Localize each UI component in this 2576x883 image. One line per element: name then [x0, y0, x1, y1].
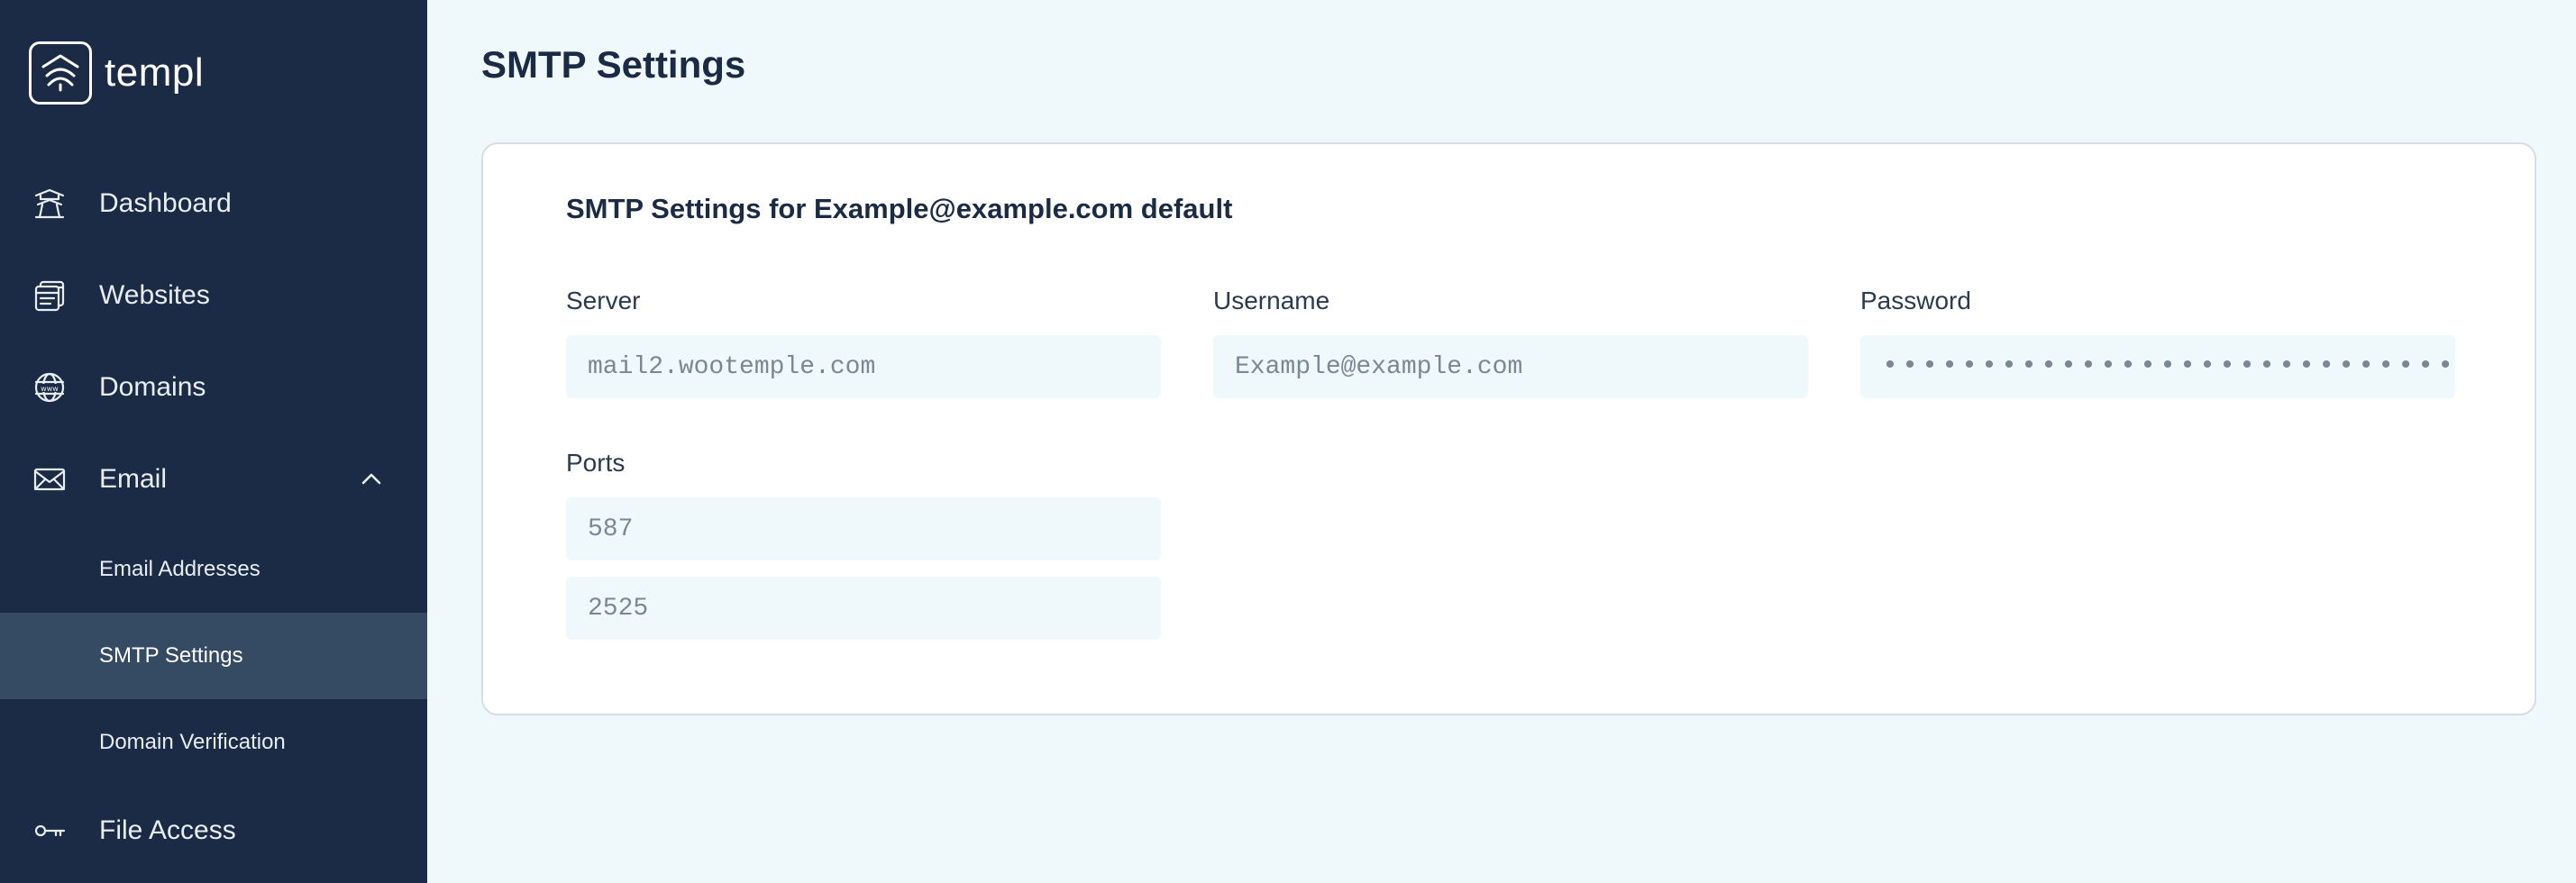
websites-icon: [31, 277, 69, 314]
sidebar-item-label: Email: [99, 464, 168, 494]
sidebar-subitem-label: Email Addresses: [99, 557, 260, 581]
port-field[interactable]: 587: [566, 497, 1161, 560]
svg-text:www: www: [41, 385, 59, 393]
sidebar-item-label: Websites: [99, 280, 210, 310]
sidebar-subitem-domain-verification[interactable]: Domain Verification: [0, 699, 427, 786]
server-label: Server: [566, 287, 641, 314]
port-field[interactable]: 2525: [566, 577, 1161, 640]
username-field[interactable]: Example@example.com: [1213, 335, 1808, 398]
sidebar-subitem-label: Domain Verification: [99, 730, 286, 754]
username-label: Username: [1213, 287, 1330, 314]
brand-name: templ: [105, 50, 205, 95]
sidebar-item-label: Domains: [99, 372, 206, 402]
sidebar-item-file-access[interactable]: File Access: [0, 811, 427, 851]
sidebar-item-websites[interactable]: Websites: [0, 276, 427, 315]
envelope-icon: [31, 460, 69, 498]
password-label: Password: [1860, 287, 1971, 314]
sidebar-item-label: Dashboard: [99, 188, 232, 218]
sidebar-item-email[interactable]: Email: [0, 460, 427, 499]
key-icon: [31, 812, 69, 850]
page-title: SMTP Settings: [481, 43, 746, 86]
chevron-up-icon[interactable]: [357, 465, 386, 494]
sidebar-item-dashboard[interactable]: Dashboard: [0, 184, 427, 223]
pagoda-icon: [31, 185, 69, 223]
password-field[interactable]: •••••••••••••••••••••••••••••: [1860, 335, 2455, 398]
sidebar-item-domains[interactable]: www Domains: [0, 368, 427, 407]
sidebar-subitem-email-addresses[interactable]: Email Addresses: [0, 526, 427, 613]
globe-www-icon: www: [31, 369, 69, 406]
sidebar: templ Dashboard Websites www Domains Ema…: [0, 0, 427, 883]
ports-label: Ports: [566, 449, 626, 477]
temple-logo-icon: [29, 41, 92, 105]
brand-logo[interactable]: templ: [29, 41, 204, 105]
sidebar-subitem-smtp-settings[interactable]: SMTP Settings: [0, 613, 427, 699]
card-title: SMTP Settings for Example@example.com de…: [566, 193, 1233, 224]
server-field[interactable]: mail2.wootemple.com: [566, 335, 1161, 398]
sidebar-item-label: File Access: [99, 815, 236, 845]
smtp-settings-card: SMTP Settings for Example@example.com de…: [481, 142, 2536, 715]
sidebar-subitem-label: SMTP Settings: [99, 643, 243, 668]
